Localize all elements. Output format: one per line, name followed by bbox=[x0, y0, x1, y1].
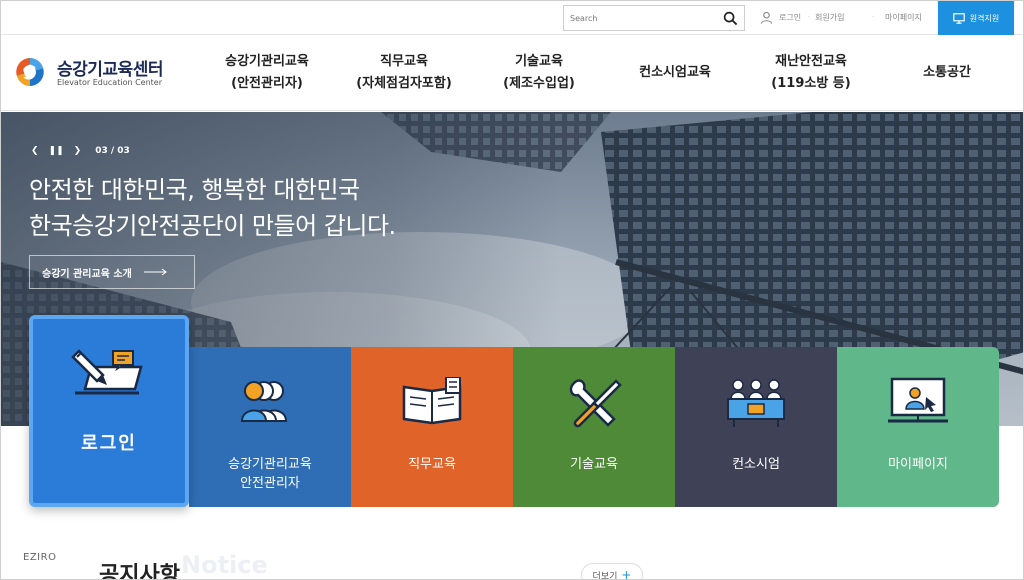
mypage-link[interactable]: 마이페이지 bbox=[885, 12, 922, 23]
brand-watermark: EZIRO bbox=[23, 552, 57, 563]
laptop-pencil-icon bbox=[71, 349, 143, 395]
nav-item-job-training[interactable]: 직무교육 (자체점검자포함) bbox=[348, 49, 460, 97]
tile-label: 컨소시엄 bbox=[732, 457, 780, 472]
notice-ghost-text: Notice bbox=[181, 551, 268, 579]
site-logo[interactable]: 승강기교육센터 Elevator Education Center bbox=[13, 53, 213, 93]
plus-icon: + bbox=[621, 568, 632, 580]
notice-section-title: 공지사항 bbox=[99, 563, 180, 580]
notice-more-button[interactable]: 더보기 + bbox=[581, 563, 643, 580]
prev-slide-icon[interactable]: ❮ bbox=[31, 146, 39, 156]
main-header: 승강기교육센터 Elevator Education Center 승강기관리교… bbox=[1, 35, 1023, 111]
nav-item-consortium-training[interactable]: 컨소시엄교육 bbox=[627, 49, 723, 97]
people-group-icon bbox=[240, 381, 288, 422]
tile-label: 기술교육 bbox=[570, 457, 618, 472]
remote-support-label: 원격지원 bbox=[969, 13, 1000, 23]
remote-support-button[interactable]: 원격지원 bbox=[938, 1, 1014, 35]
user-icon bbox=[760, 11, 773, 24]
nav-item-elevator-management[interactable]: 승강기관리교육 (안전관리자) bbox=[219, 49, 315, 97]
pause-icon[interactable]: ❚❚ bbox=[49, 146, 64, 156]
tile-consortium[interactable]: 컨소시엄 bbox=[675, 347, 837, 507]
nav-item-technical-training[interactable]: 기술교육 (제조수입업) bbox=[495, 49, 583, 97]
nav-item-community[interactable]: 소통공간 bbox=[907, 49, 987, 97]
tile-mypage[interactable]: 마이페이지 bbox=[837, 347, 999, 507]
logo-title: 승강기교육센터 bbox=[57, 60, 163, 80]
nav-item-sublabel: (제조수입업) bbox=[503, 76, 575, 91]
slide-controls: ❮ ❚❚ ❯ 03 / 03 bbox=[31, 146, 130, 156]
tile-elevator-management[interactable]: 승강기관리교육 안전관리자 bbox=[189, 347, 351, 507]
hero-headline-line1: 안전한 대한민국, 행복한 대한민국 bbox=[29, 176, 360, 204]
tile-technical-training[interactable]: 기술교육 bbox=[513, 347, 675, 507]
hero-intro-button[interactable]: 승강기 관리교육 소개 bbox=[29, 255, 195, 289]
more-label: 더보기 bbox=[592, 571, 618, 580]
monitor-user-icon bbox=[888, 377, 948, 423]
separator-dot: · bbox=[808, 13, 811, 21]
search-box[interactable] bbox=[563, 5, 745, 31]
nav-item-label: 재난안전교육 bbox=[775, 54, 847, 69]
nav-item-sublabel: (자체점검자포함) bbox=[356, 76, 452, 91]
nav-item-label: 컨소시엄교육 bbox=[639, 65, 711, 80]
join-link[interactable]: 회원가입 bbox=[815, 12, 844, 23]
tile-label: 마이페이지 bbox=[888, 457, 948, 472]
tile-label-line1: 승강기관리교육 bbox=[228, 457, 312, 472]
nav-item-sublabel: (안전관리자) bbox=[231, 76, 303, 91]
tools-icon bbox=[569, 379, 622, 428]
next-slide-icon[interactable]: ❯ bbox=[74, 146, 82, 156]
page-frame: 로그인 · 회원가입 · 마이페이지 원격지원 승강기교육센터 Elevator bbox=[0, 0, 1024, 580]
monitor-icon bbox=[952, 12, 965, 24]
tile-job-training[interactable]: 직무교육 bbox=[351, 347, 513, 507]
tile-label: 직무교육 bbox=[408, 457, 456, 472]
nav-item-label: 승강기관리교육 bbox=[225, 54, 309, 69]
hero-intro-label: 승강기 관리교육 소개 bbox=[42, 268, 132, 280]
logo-mark-icon bbox=[16, 57, 44, 87]
nav-item-label: 소통공간 bbox=[923, 65, 971, 80]
logo-subtitle: Elevator Education Center bbox=[57, 78, 162, 87]
hero-headline-line2: 한국승강기안전공단이 만들어 갑니다. bbox=[29, 212, 396, 240]
slide-counter: 03 / 03 bbox=[95, 146, 130, 156]
nav-item-label: 직무교육 bbox=[380, 54, 428, 69]
search-icon[interactable] bbox=[723, 11, 738, 26]
open-book-icon bbox=[402, 377, 462, 425]
arrow-right-icon bbox=[143, 268, 167, 276]
tile-label-line2: 안전관리자 bbox=[240, 476, 300, 491]
tile-label: 승강기관리교육 안전관리자 bbox=[228, 455, 312, 493]
separator-dot: · bbox=[872, 13, 875, 21]
login-tile-label: 로그인 bbox=[81, 433, 137, 454]
search-input[interactable] bbox=[570, 10, 720, 27]
login-link[interactable]: 로그인 bbox=[779, 12, 801, 23]
utility-bar: 로그인 · 회원가입 · 마이페이지 원격지원 bbox=[1, 1, 1023, 35]
nav-item-disaster-safety[interactable]: 재난안전교육 (119소방 등) bbox=[763, 49, 859, 97]
nav-item-label: 기술교육 bbox=[515, 54, 563, 69]
login-tile[interactable]: 로그인 bbox=[29, 315, 189, 507]
quick-menu: 로그인 승강기관리교육 안전관리자 직무교육 기술교육 컨소시엄 마이페이지 bbox=[29, 315, 999, 509]
nav-item-sublabel: (119소방 등) bbox=[771, 76, 851, 91]
meeting-icon bbox=[727, 379, 785, 427]
